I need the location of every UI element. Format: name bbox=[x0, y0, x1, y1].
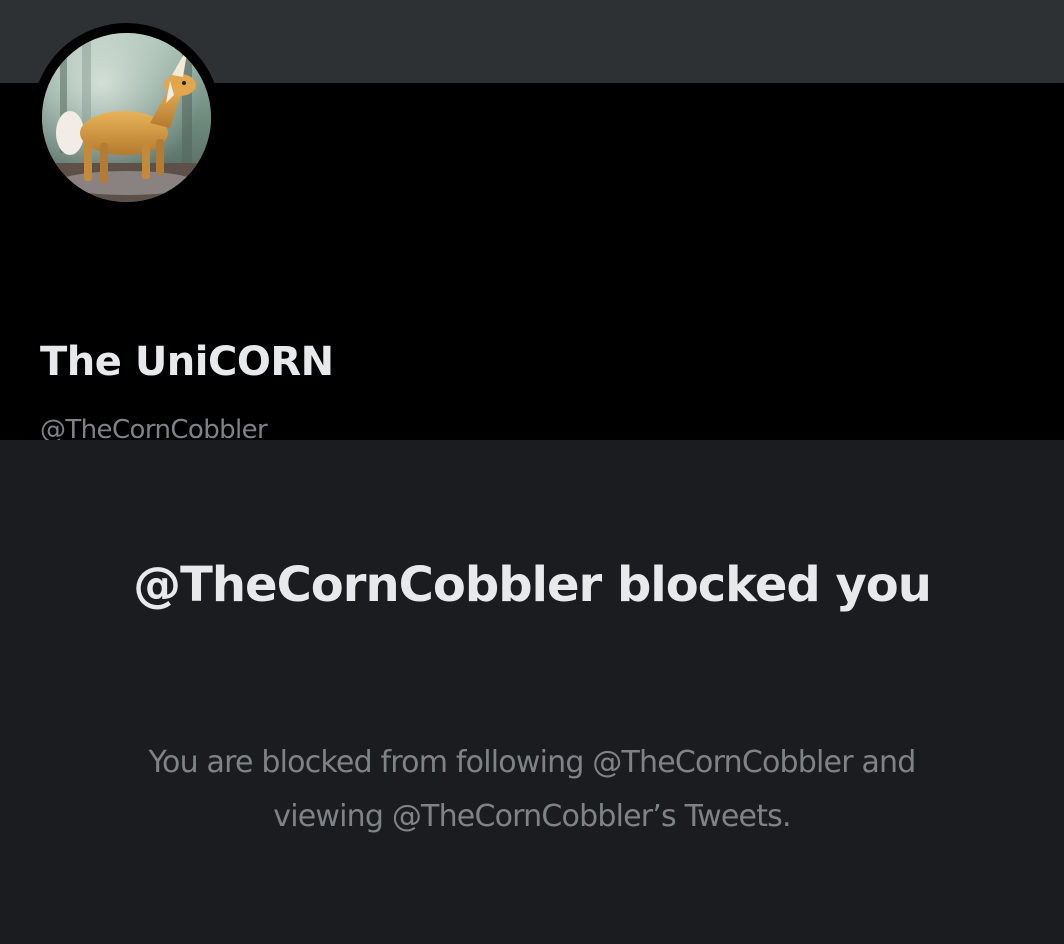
avatar[interactable] bbox=[42, 33, 211, 202]
profile-page: The UniCORN @TheCornCobbler @TheCornCobb… bbox=[0, 0, 1064, 944]
blocked-title: @TheCornCobbler blocked you bbox=[133, 557, 932, 613]
blocked-notice: @TheCornCobbler blocked you You are bloc… bbox=[0, 440, 1064, 944]
unicorn-avatar-icon bbox=[42, 33, 211, 202]
profile-display-name: The UniCORN bbox=[40, 339, 334, 385]
blocked-description: You are blocked from following @TheCornC… bbox=[148, 745, 916, 834]
